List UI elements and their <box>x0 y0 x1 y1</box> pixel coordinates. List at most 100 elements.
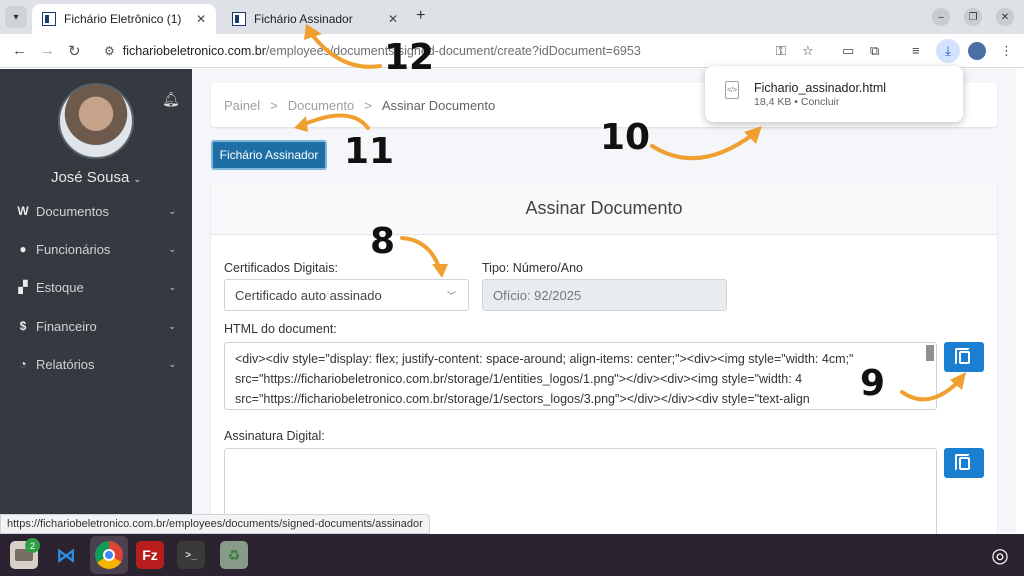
download-icon[interactable]: ⤓ <box>936 39 960 63</box>
breadcrumb-separator: > <box>270 97 278 113</box>
signature-label: Assinatura Digital: <box>224 429 325 443</box>
fichario-assinador-button[interactable]: Fichário Assinador <box>211 140 327 170</box>
sidebar-item-financeiro[interactable]: $ Financeiro ⌄ <box>16 314 186 338</box>
copy-html-button[interactable] <box>944 342 984 372</box>
media-queue-icon[interactable]: ≡ <box>912 43 920 58</box>
document-type-value: Ofício: 92/2025 <box>493 287 582 303</box>
certificate-select[interactable]: Certificado auto assinado ﹀ <box>224 279 469 311</box>
sidebar-item-label: Estoque <box>36 279 84 295</box>
window-close-icon[interactable]: ✕ <box>996 8 1014 26</box>
address-bar[interactable]: ⚙ fichariobeletronico.com.br/employees/d… <box>96 38 826 64</box>
sidebar-item-estoque[interactable]: ▞ Estoque ⌄ <box>16 275 186 299</box>
sidebar-item-label: Financeiro <box>36 318 97 334</box>
vscode-icon[interactable]: ⋈ <box>52 541 80 569</box>
annotation-10: 11 <box>344 131 395 172</box>
chevron-down-icon: ⌄ <box>168 205 176 216</box>
breadcrumb-painel[interactable]: Painel <box>224 98 260 113</box>
back-icon[interactable]: ← <box>12 42 27 59</box>
terminal-icon[interactable]: >_ <box>177 541 205 569</box>
tab-search-button[interactable]: ▾ <box>5 6 27 28</box>
tab-title: Fichário Assinador <box>254 12 353 26</box>
annotation-11: 10 <box>600 117 651 158</box>
site-favicon-icon <box>232 12 246 26</box>
chevron-down-icon: ﹀ <box>446 290 456 301</box>
ubuntu-logo-icon[interactable]: ◎ <box>986 541 1014 569</box>
sidebar-item-label: Relatórios <box>36 356 95 372</box>
user-menu[interactable]: José Sousa ⌄ <box>0 169 192 186</box>
paste-icon <box>954 453 970 471</box>
sidebar-item-documentos[interactable]: W Documentos ⌄ <box>16 199 186 223</box>
chevron-down-icon: ⌄ <box>168 358 176 369</box>
breadcrumb-current: Assinar Documento <box>381 97 496 113</box>
close-icon[interactable]: ✕ <box>196 12 206 26</box>
user-name: José Sousa <box>50 169 130 186</box>
minimize-icon[interactable]: – <box>932 8 950 26</box>
profile-avatar[interactable] <box>968 42 986 60</box>
site-favicon-icon <box>42 12 56 26</box>
reload-icon[interactable]: ↻ <box>68 42 81 60</box>
html-file-icon: </> <box>725 81 739 99</box>
url-path: /employees/documents/signed-document/cre… <box>265 44 641 58</box>
download-meta: 18,4 KB • Concluir <box>754 96 840 108</box>
tab-fichario-eletronico[interactable]: Fichário Eletrônico (1) ✕ <box>32 4 216 34</box>
sidebar-item-funcionarios[interactable]: ● Funcionários ⌄ <box>16 237 186 261</box>
download-filename[interactable]: Fichario_assinador.html <box>754 81 886 95</box>
annotation-12: 12 <box>384 37 435 78</box>
password-key-icon[interactable]: ⚿ <box>776 43 786 59</box>
url-host: fichariobeletronico.com.br <box>122 44 266 58</box>
html-line: <div><div style="display: flex; justify-… <box>235 352 854 366</box>
scrollbar[interactable] <box>926 345 934 361</box>
html-line: src="https://fichariobeletronico.com.br/… <box>235 372 803 386</box>
chevron-down-icon: ▾ <box>13 11 19 23</box>
taskbar: 2 ⋈ Fz >_ ♻ ◎ <box>0 534 1024 576</box>
new-tab-icon[interactable]: + <box>416 7 425 25</box>
sidebar: 🔔︎ José Sousa ⌄ W Documentos ⌄ ● Funcion… <box>0 69 192 533</box>
breadcrumb-documento[interactable]: Documento <box>288 98 354 113</box>
download-bubble[interactable]: </> Fichario_assinador.html 18,4 KB • Co… <box>705 66 963 122</box>
bell-icon[interactable]: 🔔︎ <box>162 91 180 108</box>
certificate-selected-value: Certificado auto assinado <box>235 287 382 303</box>
sidebar-item-relatorios[interactable]: ◔ Relatórios ⌄ <box>16 352 186 376</box>
forward-icon[interactable]: → <box>40 42 55 59</box>
filezilla-icon[interactable]: Fz <box>136 541 164 569</box>
user-icon: ● <box>19 242 27 256</box>
annotation-9: 9 <box>860 363 886 404</box>
kebab-menu-icon[interactable]: ⋮ <box>1000 43 1013 59</box>
html-document-label: HTML do document: <box>224 322 337 336</box>
copy-icon <box>954 347 970 365</box>
tab-strip: ▾ Fichário Eletrônico (1) ✕ Fichário Ass… <box>0 0 1024 34</box>
trash-icon[interactable]: ♻ <box>220 541 248 569</box>
bookmark-star-icon[interactable]: ☆ <box>802 43 814 59</box>
chevron-down-icon: ⌄ <box>168 320 176 331</box>
chrome-icon[interactable] <box>95 541 123 569</box>
type-label: Tipo: Número/Ano <box>482 261 583 275</box>
sidebar-item-label: Documentos <box>36 203 109 219</box>
restore-icon[interactable]: ❐ <box>964 8 982 26</box>
close-icon[interactable]: ✕ <box>388 12 398 26</box>
document-type-field: Ofício: 92/2025 <box>482 279 727 311</box>
breadcrumb-separator: > <box>364 97 372 113</box>
html-line: src="https://fichariobeletronico.com.br/… <box>235 392 810 406</box>
card-title: Assinar Documento <box>211 183 997 235</box>
status-url: https://fichariobeletronico.com.br/emplo… <box>0 514 430 534</box>
annotation-8: 8 <box>370 221 396 262</box>
certificates-label: Certificados Digitais: <box>224 261 338 275</box>
dollar-icon: $ <box>19 319 27 333</box>
file-w-icon: W <box>17 204 29 218</box>
site-info-icon[interactable]: ⚙ <box>104 44 115 58</box>
sidebar-item-label: Funcionários <box>36 241 111 257</box>
chevron-down-icon: ⌄ <box>133 174 142 184</box>
chevron-down-icon: ⌄ <box>168 243 176 254</box>
boxes-icon: ▞ <box>18 280 28 294</box>
cast-icon[interactable]: ▭ <box>842 43 854 59</box>
browser-toolbar: ← → ↻ ⚙ fichariobeletronico.com.br/emplo… <box>0 34 1024 68</box>
pie-chart-icon: ◔ <box>19 357 27 371</box>
extensions-icon[interactable]: ⧉ <box>870 43 879 59</box>
tab-title: Fichário Eletrônico (1) <box>64 12 182 26</box>
tab-fichario-assinador[interactable]: Fichário Assinador ✕ <box>222 4 408 34</box>
notification-badge: 2 <box>25 538 40 553</box>
paste-signature-button[interactable] <box>944 448 984 478</box>
avatar <box>58 83 134 159</box>
html-document-textarea[interactable]: <div><div style="display: flex; justify-… <box>224 342 937 410</box>
chevron-down-icon: ⌄ <box>168 281 176 292</box>
